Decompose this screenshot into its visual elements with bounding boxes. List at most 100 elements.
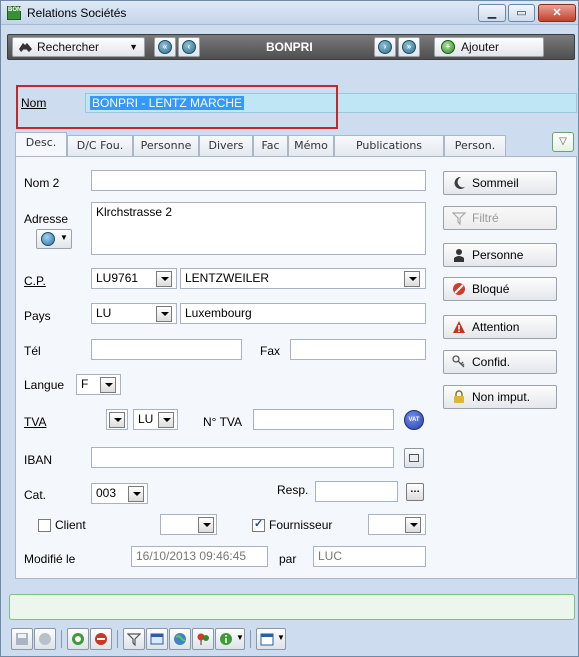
pays-dropdown-button[interactable] [156, 306, 172, 322]
filter-button[interactable] [123, 628, 145, 650]
fournisseur-type-dropdown-button[interactable] [405, 517, 421, 533]
sommeil-button[interactable]: Sommeil [443, 171, 557, 195]
save-button[interactable] [11, 628, 33, 650]
pays-name-field[interactable]: Luxembourg [180, 303, 426, 324]
validate-button[interactable] [67, 628, 89, 650]
tab-person[interactable]: Person. [444, 135, 506, 156]
tab-bar: Desc. D/C Fou. Personne Divers Fac Mémo … [15, 131, 577, 156]
confid-button[interactable]: Confid. [443, 350, 557, 374]
warning-icon [453, 321, 465, 333]
cp-dropdown-button[interactable] [156, 271, 172, 287]
close-button[interactable]: ✕ [538, 4, 576, 22]
filtre-button-label: Filtré [472, 211, 499, 225]
tab-divers[interactable]: Divers [199, 135, 253, 156]
personne-button-label: Personne [472, 248, 524, 262]
add-button[interactable]: + Ajouter [434, 37, 544, 57]
tva-country-value: LU [138, 412, 154, 426]
fast-forward-icon: » [402, 40, 416, 54]
sommeil-button-label: Sommeil [472, 176, 519, 190]
top-toolbar: Rechercher ▼ « ‹ BONPRI › » + Ajouter [7, 34, 575, 60]
tab-memo[interactable]: Mémo [288, 135, 334, 156]
title-bar: BON Relations Sociétés ▁ ▭ ✕ [1, 1, 578, 25]
city-field[interactable]: LENTZWEILER [180, 268, 426, 289]
client-checkbox[interactable] [38, 519, 51, 532]
iban-lookup-button[interactable] [404, 448, 424, 468]
info-icon [220, 633, 232, 645]
maximize-icon: ▭ [516, 7, 527, 19]
last-record-button[interactable]: » [398, 37, 420, 57]
filtre-button[interactable]: Filtré [443, 206, 557, 230]
tab-dc-fou[interactable]: D/C Fou. [67, 135, 133, 156]
fax-field[interactable] [290, 339, 426, 360]
print-button[interactable] [34, 628, 56, 650]
tab-fac[interactable]: Fac [253, 135, 288, 156]
cat-label: Cat. [24, 488, 47, 502]
client-type-dropdown-button[interactable] [198, 517, 214, 533]
search-button-label: Rechercher [37, 40, 100, 54]
map-pin-icon [197, 633, 209, 645]
search-button[interactable]: Rechercher ▼ [12, 37, 145, 57]
cat-dropdown-button[interactable] [128, 486, 144, 502]
filter-icon [452, 212, 466, 225]
non-imput-button[interactable]: Non imput. [443, 385, 557, 409]
tva-country-dropdown-button[interactable] [158, 412, 174, 428]
tab-publications[interactable]: Publications [334, 135, 444, 156]
tab-desc[interactable]: Desc. [15, 132, 67, 156]
resp-field[interactable] [315, 481, 398, 502]
resp-lookup-button[interactable]: … [406, 483, 424, 501]
personne-button[interactable]: Personne [443, 243, 557, 267]
modifie-field: 16/10/2013 09:46:45 [131, 546, 268, 567]
lock-icon [454, 390, 464, 403]
globe-dropdown-button[interactable]: ▼ [36, 229, 72, 249]
attention-button[interactable]: Attention [443, 315, 557, 339]
par-field: LUC [313, 546, 426, 567]
add-icon: + [441, 40, 455, 54]
modifie-label: Modifié le [24, 552, 76, 566]
bloque-button[interactable]: Bloqué [443, 277, 557, 301]
tel-field[interactable] [91, 339, 242, 360]
fournisseur-checkbox[interactable] [252, 517, 265, 532]
langue-dropdown-button[interactable] [100, 377, 116, 393]
fax-label: Fax [260, 344, 281, 358]
binoculars-icon [19, 43, 32, 52]
map-button[interactable] [192, 628, 214, 650]
previous-record-button[interactable]: ‹ [178, 37, 200, 57]
langue-value: F [81, 377, 89, 391]
ntva-label: N° TVA [203, 415, 243, 429]
chevron-down-icon: ▽ [559, 136, 567, 147]
filter-icon [127, 633, 141, 646]
ntva-field[interactable] [253, 409, 394, 430]
toolbar-separator [250, 630, 251, 648]
maximize-button[interactable]: ▭ [508, 4, 535, 22]
vat-check-button[interactable]: VAT [404, 410, 424, 430]
cancel-icon [95, 633, 107, 645]
cat-value: 003 [96, 486, 117, 500]
info-dropdown-button[interactable]: ▼ [215, 628, 245, 650]
blocked-icon [453, 283, 465, 295]
save-icon [16, 633, 28, 645]
cancel-button[interactable] [90, 628, 112, 650]
tabs-more-button[interactable]: ▽ [552, 132, 574, 152]
cp-label: C.P. [24, 274, 46, 288]
globe-icon [41, 232, 55, 246]
first-record-button[interactable]: « [154, 37, 176, 57]
nom2-label: Nom 2 [24, 176, 60, 190]
next-record-button[interactable]: › [374, 37, 396, 57]
key-icon [452, 355, 465, 368]
tab-personne[interactable]: Personne [133, 135, 199, 156]
city-dropdown-button[interactable] [404, 271, 420, 287]
adresse-label: Adresse [24, 212, 69, 226]
adresse-field[interactable]: Klrchstrasse 2 [91, 202, 426, 255]
nom2-field[interactable] [91, 170, 426, 191]
desc-panel: Nom 2 Adresse Klrchstrasse 2 ▼ C.P. LU97… [15, 156, 577, 579]
minimize-button[interactable]: ▁ [478, 4, 506, 22]
globe-icon [39, 633, 51, 645]
minimize-icon: ▁ [487, 7, 497, 19]
calendar-dropdown-button[interactable]: ▼ [256, 628, 286, 650]
window-button[interactable] [146, 628, 168, 650]
web-button[interactable] [169, 628, 191, 650]
bloque-button-label: Bloqué [472, 282, 510, 296]
tva-type-dropdown-button[interactable] [109, 412, 125, 428]
iban-field[interactable] [91, 447, 394, 468]
non-imput-button-label: Non imput. [472, 390, 531, 404]
